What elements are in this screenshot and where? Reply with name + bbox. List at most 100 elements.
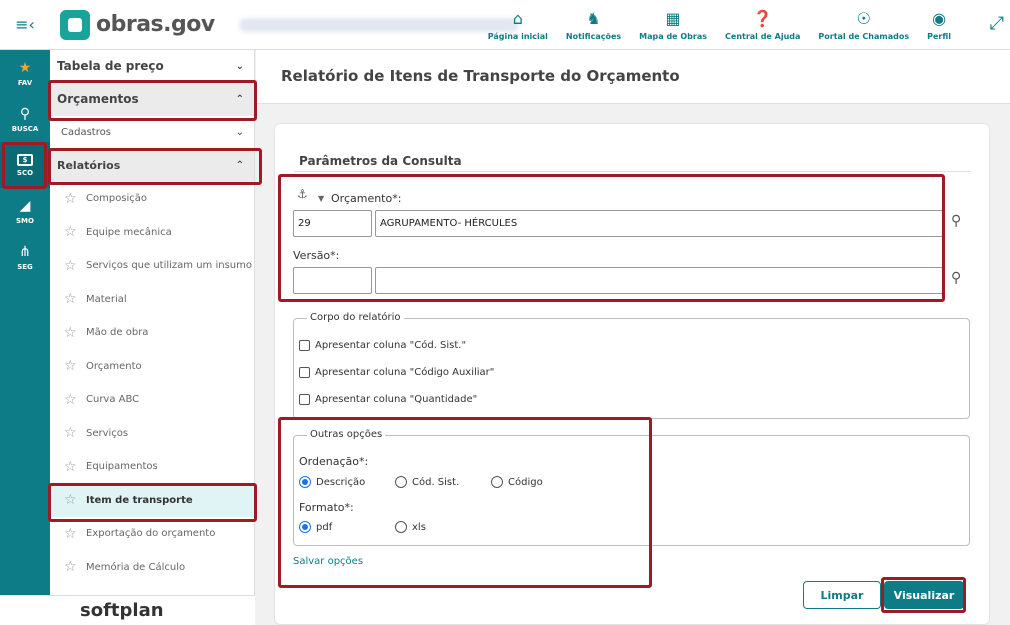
nav-home-label: Página inicial bbox=[487, 32, 548, 41]
rail-fav-label: FAV bbox=[17, 78, 33, 87]
sidebar-item-report[interactable]: ☆ Composição bbox=[50, 182, 254, 216]
sidebar-item-report[interactable]: ☆ Material bbox=[50, 283, 254, 317]
nav-profile[interactable]: ◉ Perfil bbox=[918, 0, 960, 50]
radio-pdf-label: pdf bbox=[316, 521, 333, 533]
radio-descricao[interactable]: Descrição bbox=[299, 476, 365, 488]
star-outline-icon[interactable]: ☆ bbox=[64, 224, 78, 240]
versao-description-input[interactable] bbox=[375, 267, 943, 294]
limpar-button[interactable]: Limpar bbox=[803, 581, 881, 609]
nav-notifications[interactable]: ♞ Notificações bbox=[557, 0, 630, 50]
sidebar-item-label: Serviços bbox=[86, 427, 129, 439]
logo-text: obras.gov bbox=[96, 12, 215, 37]
caret-down-icon[interactable]: ▼ bbox=[318, 194, 324, 203]
sidebar-item-report[interactable]: ☆ Memória de Cálculo bbox=[50, 551, 254, 585]
rail-busca-label: BUSCA bbox=[11, 124, 39, 133]
search-icon[interactable]: ⚲ bbox=[951, 270, 961, 286]
nav-home[interactable]: ⌂ Página inicial bbox=[479, 0, 557, 50]
star-outline-icon[interactable]: ☆ bbox=[64, 191, 78, 207]
versao-label: Versão*: bbox=[293, 249, 340, 262]
orcamento-description-input[interactable]: AGRUPAMENTO- HÉRCULES bbox=[375, 210, 943, 237]
expand-icon[interactable]: ⤢ bbox=[990, 13, 1004, 34]
lifebuoy-icon: ☉ bbox=[856, 9, 871, 28]
nav-tickets-label: Portal de Chamados bbox=[818, 32, 910, 41]
chk-cod-sist[interactable]: Apresentar coluna "Cód. Sist." bbox=[299, 340, 466, 351]
sidebar-item-report[interactable]: ☆ Curva ABC bbox=[50, 383, 254, 417]
sidebar-item-report[interactable]: ☆ Serviços que utilizam um insumo bbox=[50, 249, 254, 283]
chk-quantidade-label: Apresentar coluna "Quantidade" bbox=[315, 394, 478, 405]
nav-map-label: Mapa de Obras bbox=[639, 32, 708, 41]
chk-quantidade[interactable]: Apresentar coluna "Quantidade" bbox=[299, 394, 477, 405]
checkbox[interactable] bbox=[299, 394, 310, 405]
star-outline-icon[interactable]: ☆ bbox=[64, 291, 78, 307]
rail-fav[interactable]: ★ FAV bbox=[0, 50, 50, 96]
star-outline-icon[interactable]: ☆ bbox=[64, 425, 78, 441]
chk-codigo-auxiliar[interactable]: Apresentar coluna "Código Auxiliar" bbox=[299, 367, 494, 378]
search-icon[interactable]: ⚲ bbox=[951, 213, 961, 229]
rail-smo-label: SMO bbox=[16, 216, 34, 225]
sidebar-item-label: Serviços que utilizam um insumo bbox=[86, 260, 253, 272]
sidebar-item-report[interactable]: ☆ Mão de obra bbox=[50, 316, 254, 350]
menu-toggle-icon[interactable]: ≡‹ bbox=[0, 0, 50, 50]
sidebar-cadastros-label: Cadastros bbox=[61, 127, 111, 138]
sidebar-cadastros[interactable]: Cadastros ⌄ bbox=[50, 116, 254, 149]
sidebar-item-report[interactable]: ☆ Serviços bbox=[50, 417, 254, 451]
sidebar-item-label: Memória de Cálculo bbox=[86, 561, 186, 573]
sidebar-orcamentos[interactable]: Orçamentos ⌃ bbox=[50, 83, 254, 116]
sidebar-report-list: ☆ Composição ☆ Equipe mecânica ☆ Serviços que… bbox=[50, 182, 254, 584]
radio-cod-sist[interactable]: Cód. Sist. bbox=[395, 476, 459, 488]
nav-help-label: Central de Ajuda bbox=[725, 32, 801, 41]
help-icon: ❓ bbox=[752, 9, 773, 28]
star-outline-icon[interactable]: ☆ bbox=[64, 459, 78, 475]
star-outline-icon[interactable]: ☆ bbox=[64, 325, 78, 341]
star-outline-icon[interactable]: ☆ bbox=[64, 258, 78, 274]
sidebar-item-report[interactable]: ☆ Item de transporte bbox=[50, 483, 254, 517]
visualizar-button[interactable]: Visualizar bbox=[884, 581, 964, 609]
sidebar-item-report[interactable]: ☆ Equipe mecânica bbox=[50, 216, 254, 250]
rail-sco[interactable]: $ SCO bbox=[0, 142, 50, 188]
nav-tickets[interactable]: ☉ Portal de Chamados bbox=[809, 0, 918, 50]
radio-pdf[interactable]: pdf bbox=[299, 521, 332, 533]
salvar-opcoes-link[interactable]: Salvar opções bbox=[293, 556, 363, 567]
star-outline-icon[interactable]: ☆ bbox=[64, 559, 78, 575]
sidebar-item-report[interactable]: ☆ Orçamento bbox=[50, 350, 254, 384]
sidebar-item-label: Curva ABC bbox=[86, 394, 140, 406]
radio-button[interactable] bbox=[299, 521, 311, 533]
sidebar-item-report[interactable]: ☆ Equipamentos bbox=[50, 450, 254, 484]
sidebar-tabela-preco[interactable]: Tabela de preço ⌄ bbox=[50, 50, 254, 83]
star-outline-icon[interactable]: ☆ bbox=[64, 358, 78, 374]
rail-busca[interactable]: ⚲ BUSCA bbox=[0, 96, 50, 142]
sidebar-item-label: Item de transporte bbox=[86, 494, 193, 506]
section-title: Parâmetros da Consulta bbox=[299, 154, 462, 168]
radio-button[interactable] bbox=[491, 476, 503, 488]
chk-cod-sist-label: Apresentar coluna "Cód. Sist." bbox=[315, 340, 467, 351]
radio-xls[interactable]: xls bbox=[395, 521, 426, 533]
sidebar-item-report[interactable]: ☆ Exportação do orçamento bbox=[50, 517, 254, 551]
rail-smo[interactable]: ◢ SMO bbox=[0, 188, 50, 234]
page-header: Relatório de Itens de Transporte do Orça… bbox=[256, 50, 1010, 104]
rail-seg[interactable]: ⋔ SEG bbox=[0, 234, 50, 280]
checkbox[interactable] bbox=[299, 367, 310, 378]
sidebar-relatorios[interactable]: Relatórios ⌃ bbox=[50, 149, 254, 182]
radio-button[interactable] bbox=[299, 476, 311, 488]
map-icon: ▦ bbox=[665, 9, 681, 28]
pin-icon[interactable]: ⚓ bbox=[297, 187, 308, 201]
star-outline-icon[interactable]: ☆ bbox=[64, 492, 78, 508]
sidebar-relatorios-label: Relatórios bbox=[57, 158, 121, 172]
app-logo[interactable]: obras.gov bbox=[60, 9, 215, 40]
rail-sco-label: SCO bbox=[16, 168, 34, 177]
versao-code-input[interactable] bbox=[293, 267, 372, 294]
star-outline-icon[interactable]: ☆ bbox=[64, 526, 78, 542]
nav-notifications-label: Notificações bbox=[565, 32, 622, 41]
nav-help[interactable]: ❓ Central de Ajuda bbox=[716, 0, 809, 50]
radio-codigo[interactable]: Código bbox=[491, 476, 543, 488]
star-outline-icon[interactable]: ☆ bbox=[64, 392, 78, 408]
sidebar-item-label: Equipamentos bbox=[86, 461, 158, 473]
orcamento-code-input[interactable]: 29 bbox=[293, 210, 372, 237]
chevron-up-icon: ⌃ bbox=[235, 159, 244, 171]
radio-button[interactable] bbox=[395, 476, 407, 488]
logo-icon bbox=[60, 9, 90, 40]
nav-map[interactable]: ▦ Mapa de Obras bbox=[630, 0, 716, 50]
sidebar-item-label: Material bbox=[86, 293, 127, 305]
radio-button[interactable] bbox=[395, 521, 407, 533]
checkbox[interactable] bbox=[299, 340, 310, 351]
